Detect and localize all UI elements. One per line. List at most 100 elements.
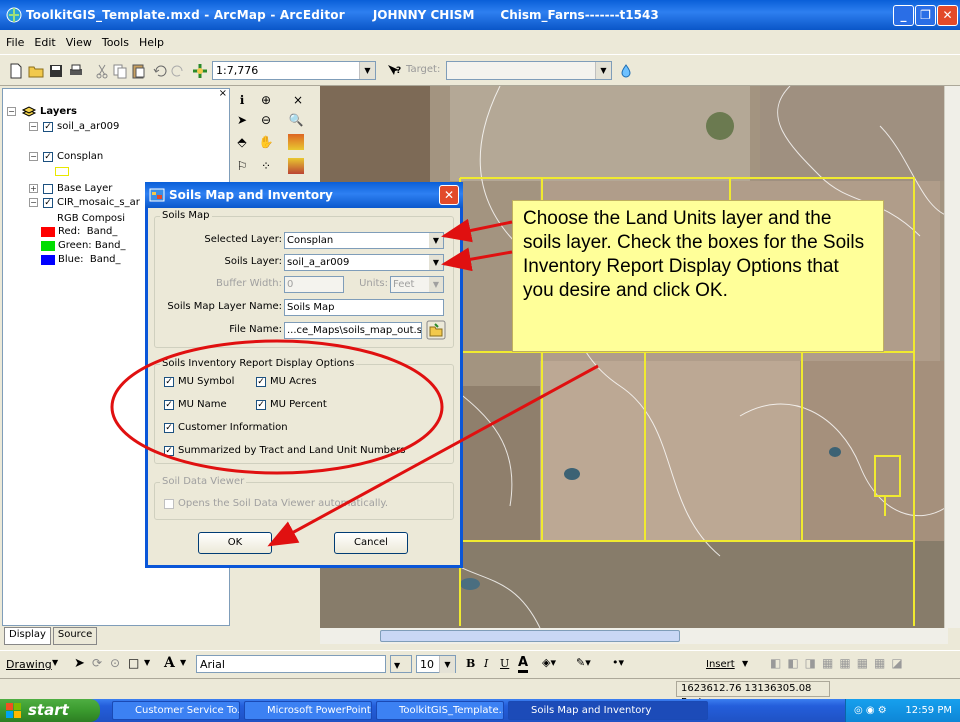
layer-visibility-checkbox[interactable]: ✓ <box>43 121 53 132</box>
mu-percent-checkbox[interactable]: ✓ MU Percent <box>256 399 327 410</box>
selected-layer-dropdown[interactable]: Consplan ▼ <box>284 232 444 249</box>
font-combo[interactable]: Arial <box>196 655 386 673</box>
redo-icon[interactable] <box>170 63 186 79</box>
toolbar-close-icon[interactable]: × <box>290 92 306 108</box>
collapse-icon[interactable]: − <box>29 122 38 131</box>
tray-icons[interactable]: ◎ ◉ ⚙ <box>854 705 887 716</box>
print-icon[interactable] <box>68 63 84 79</box>
hyperlink-icon[interactable]: ⚐ <box>234 158 250 174</box>
line-color-icon[interactable]: ✎▾ <box>576 656 591 669</box>
checkbox-checked[interactable]: ✓ <box>164 376 174 387</box>
layout-tools-icons[interactable]: ◧◧◨▦▦▦▦◪ <box>770 656 909 670</box>
target-combo[interactable]: ▼ <box>446 61 612 80</box>
toc-layer-soil[interactable]: − ✓ soil_a_ar009 <box>29 121 119 132</box>
zoom-whole-icon[interactable]: ⊙ <box>110 656 120 670</box>
toolkit-tool-icon[interactable] <box>288 158 304 174</box>
summarized-checkbox[interactable]: ✓ Summarized by Tract and Land Unit Numbe… <box>164 445 406 456</box>
fixed-zoom-icon[interactable]: ⁘ <box>258 158 274 174</box>
marker-color-icon[interactable]: •▾ <box>612 656 624 669</box>
italic-icon[interactable]: I <box>484 657 488 670</box>
customer-info-checkbox[interactable]: ✓ Customer Information <box>164 422 288 433</box>
tab-display[interactable]: Display <box>4 627 51 645</box>
open-folder-icon[interactable] <box>28 63 44 79</box>
drawing-menu-button[interactable]: Drawing <box>6 658 52 671</box>
chevron-down-icon[interactable]: ▼ <box>52 658 58 667</box>
rectangle-icon[interactable]: □ <box>128 656 139 670</box>
toc-layer-base[interactable]: + Base Layer <box>29 183 112 194</box>
checkbox-checked[interactable]: ✓ <box>256 399 266 410</box>
chevron-down-icon[interactable]: ▼ <box>429 255 443 270</box>
map-scale-combo[interactable]: 1:7,776 ▼ <box>212 61 376 80</box>
taskbar-item-arcmap[interactable]: ToolkitGIS_Template.... <box>376 701 504 720</box>
close-button[interactable]: ✕ <box>937 5 958 26</box>
new-document-icon[interactable] <box>8 63 24 79</box>
scroll-thumb[interactable] <box>380 630 680 642</box>
start-button[interactable]: start <box>0 699 100 722</box>
save-icon[interactable] <box>48 63 64 79</box>
select-elements-icon[interactable]: ➤ <box>74 656 85 671</box>
menu-view[interactable]: View <box>66 36 92 49</box>
checkbox-checked[interactable]: ✓ <box>256 376 266 387</box>
chevron-down-icon[interactable]: ▼ <box>180 658 186 667</box>
map-layer-name-input[interactable]: Soils Map <box>284 299 444 316</box>
menu-file[interactable]: File <box>6 36 24 49</box>
file-name-input[interactable]: ...ce_Maps\soils_map_out.shp <box>284 322 422 339</box>
ok-button[interactable]: OK <box>198 532 272 554</box>
font-color-icon[interactable]: A <box>518 655 529 673</box>
soils-layer-dropdown[interactable]: soil_a_ar009 ▼ <box>284 254 444 271</box>
undo-icon[interactable] <box>152 63 168 79</box>
underline-icon[interactable]: U <box>500 657 509 670</box>
toc-layer-cir[interactable]: − ✓ CIR_mosaic_s_ar <box>29 197 140 208</box>
checkbox-checked[interactable]: ✓ <box>164 445 174 456</box>
rotate-icon[interactable]: ⟳ <box>92 656 102 670</box>
chevron-down-icon[interactable]: ▼ <box>429 233 443 248</box>
menu-edit[interactable]: Edit <box>34 36 55 49</box>
checkbox-unchecked[interactable] <box>164 498 174 509</box>
copy-icon[interactable] <box>112 63 128 79</box>
cut-icon[interactable] <box>94 63 110 79</box>
bold-icon[interactable]: B <box>466 657 475 670</box>
layer-visibility-checkbox[interactable]: ✓ <box>43 151 53 162</box>
menu-tools[interactable]: Tools <box>102 36 129 49</box>
collapse-icon[interactable]: − <box>7 106 16 116</box>
chevron-down-icon[interactable]: ▼ <box>429 277 443 292</box>
minimize-button[interactable]: _ <box>893 5 914 26</box>
maximize-button[interactable]: ❐ <box>915 5 936 26</box>
chevron-down-icon[interactable]: ▼ <box>742 659 748 668</box>
chevron-down-icon[interactable]: ▼ <box>439 656 455 673</box>
layer-visibility-checkbox[interactable]: ✓ <box>43 197 53 208</box>
tab-source[interactable]: Source <box>52 627 98 645</box>
text-tool-icon[interactable]: A <box>164 655 175 671</box>
add-data-icon[interactable] <box>192 63 208 79</box>
taskbar-item-powerpoint[interactable]: Microsoft PowerPoint ... <box>244 701 372 720</box>
buffer-width-input[interactable]: 0 <box>284 276 344 293</box>
map-horizontal-scrollbar[interactable] <box>320 628 948 644</box>
toolkit-tool-icon[interactable] <box>288 134 304 150</box>
chevron-down-icon[interactable]: ▼ <box>359 62 375 79</box>
paste-icon[interactable] <box>130 63 146 79</box>
identify-icon[interactable]: ℹ <box>234 92 250 108</box>
toc-root[interactable]: − Layers <box>7 105 77 117</box>
chevron-down-icon[interactable]: ▼ <box>144 658 150 667</box>
find-icon[interactable]: 🔍 <box>288 112 304 128</box>
dialog-close-button[interactable]: ✕ <box>439 185 459 205</box>
fill-color-icon[interactable]: ◈▾ <box>542 656 556 669</box>
collapse-icon[interactable]: − <box>29 198 38 207</box>
toc-close-icon[interactable]: × <box>219 88 227 99</box>
pan-hand-icon[interactable]: ✋ <box>258 134 274 150</box>
soil-viewer-checkbox[interactable]: Opens the Soil Data Viewer automatically… <box>164 498 388 509</box>
zoom-in-icon[interactable]: ⊕ <box>258 92 274 108</box>
font-size-combo[interactable]: 10 ▼ <box>416 655 456 673</box>
font-dropdown-button[interactable]: ▼ <box>390 655 412 673</box>
expand-icon[interactable]: + <box>29 184 38 193</box>
toc-layer-consplan[interactable]: − ✓ Consplan <box>29 151 103 162</box>
units-dropdown[interactable]: Feet ▼ <box>390 276 444 293</box>
select-features-icon[interactable]: ⬘ <box>234 134 250 150</box>
zoom-out-icon[interactable]: ⊖ <box>258 112 274 128</box>
layer-visibility-checkbox[interactable] <box>43 183 53 194</box>
collapse-icon[interactable]: − <box>29 152 38 161</box>
taskbar-item-customer-service[interactable]: Customer Service To... <box>112 701 240 720</box>
mu-symbol-checkbox[interactable]: ✓ MU Symbol <box>164 376 234 387</box>
map-vertical-scrollbar[interactable] <box>944 86 960 628</box>
select-arrow-icon[interactable]: ➤ <box>234 112 250 128</box>
